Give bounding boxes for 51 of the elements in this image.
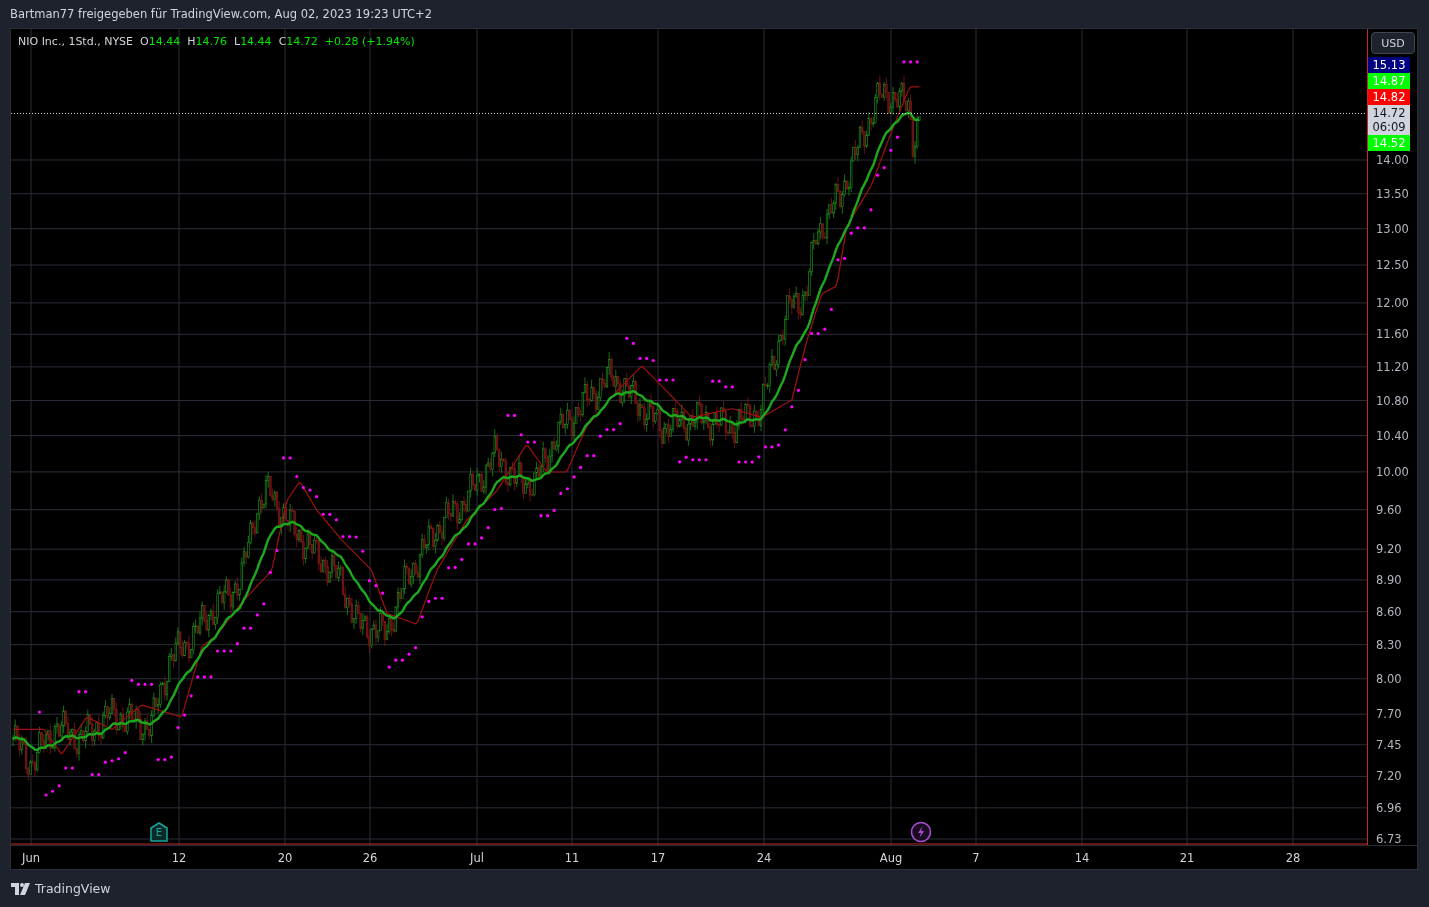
price-tick-label: 9.60 bbox=[1376, 502, 1402, 517]
price-tick-label: 9.20 bbox=[1376, 542, 1402, 557]
price-tick-label: 8.90 bbox=[1376, 572, 1402, 587]
price-tick-label: 12.00 bbox=[1376, 295, 1409, 310]
price-tick-label: 6.96 bbox=[1376, 800, 1402, 815]
date-tick-label: 11 bbox=[564, 851, 580, 865]
date-tick-label: 14 bbox=[1074, 851, 1090, 865]
brand-name: TradingView bbox=[35, 881, 111, 896]
ohlc-value: H14.76 bbox=[187, 35, 227, 48]
price-tick-label: 13.00 bbox=[1376, 221, 1409, 236]
lightning-icon[interactable] bbox=[910, 821, 932, 843]
header-title: Bartman77 freigegeben für TradingView.com, Aug 02, 2023 19:23 UTC+2 bbox=[10, 7, 433, 21]
symbol-label: NIO Inc., 1Std., NYSE bbox=[18, 35, 134, 48]
price-tag: 15.13 bbox=[1368, 57, 1410, 73]
date-tick-label: Aug bbox=[879, 851, 903, 865]
date-tick-label: 20 bbox=[277, 851, 293, 865]
date-tick-label: 21 bbox=[1179, 851, 1195, 865]
date-tick-label: Jul bbox=[470, 851, 484, 865]
date-tick-label: 26 bbox=[362, 851, 378, 865]
date-tick-label: Jun bbox=[22, 851, 40, 865]
date-tick-label: 28 bbox=[1285, 851, 1301, 865]
change-value: +0.28 (+1.94%) bbox=[324, 35, 415, 48]
price-tag: 14.87 bbox=[1368, 73, 1410, 89]
currency-button[interactable]: USD bbox=[1371, 32, 1415, 54]
price-tick-label: 14.00 bbox=[1376, 153, 1409, 167]
ohlc-value: O14.44 bbox=[140, 35, 181, 48]
price-tick-label: 8.60 bbox=[1376, 604, 1402, 619]
price-tick-label: 6.73 bbox=[1376, 832, 1402, 846]
price-tag: 14.82 bbox=[1368, 89, 1410, 105]
price-tick-label: 8.00 bbox=[1376, 671, 1402, 686]
price-tick-label: 11.20 bbox=[1376, 359, 1409, 374]
price-tick-label: 7.20 bbox=[1376, 769, 1402, 784]
ohlc-value: L14.44 bbox=[234, 35, 272, 48]
earnings-marker-icon[interactable]: E bbox=[149, 822, 169, 842]
price-tick-label: 13.50 bbox=[1376, 186, 1409, 201]
price-tick-label: 7.45 bbox=[1376, 737, 1402, 752]
date-tick-label: 17 bbox=[650, 851, 666, 865]
price-tick-label: 10.80 bbox=[1376, 393, 1409, 408]
date-tick-label: 12 bbox=[171, 851, 187, 865]
price-tag: 14.52 bbox=[1368, 135, 1410, 151]
price-tick-label: 7.70 bbox=[1376, 707, 1402, 722]
price-tick-label: 10.40 bbox=[1376, 428, 1409, 443]
tradingview-logo-icon bbox=[11, 882, 31, 895]
price-tick-label: 10.00 bbox=[1376, 464, 1409, 479]
ohlc-value: C14.72 bbox=[278, 35, 318, 48]
price-tick-label: 8.30 bbox=[1376, 637, 1402, 652]
price-tick-label: 12.50 bbox=[1376, 258, 1409, 273]
date-tick-label: 7 bbox=[972, 851, 980, 865]
date-tick-label: 24 bbox=[756, 851, 772, 865]
price-tag: 14.72 06:09 bbox=[1368, 105, 1410, 135]
price-tick-label: 11.60 bbox=[1376, 327, 1409, 342]
